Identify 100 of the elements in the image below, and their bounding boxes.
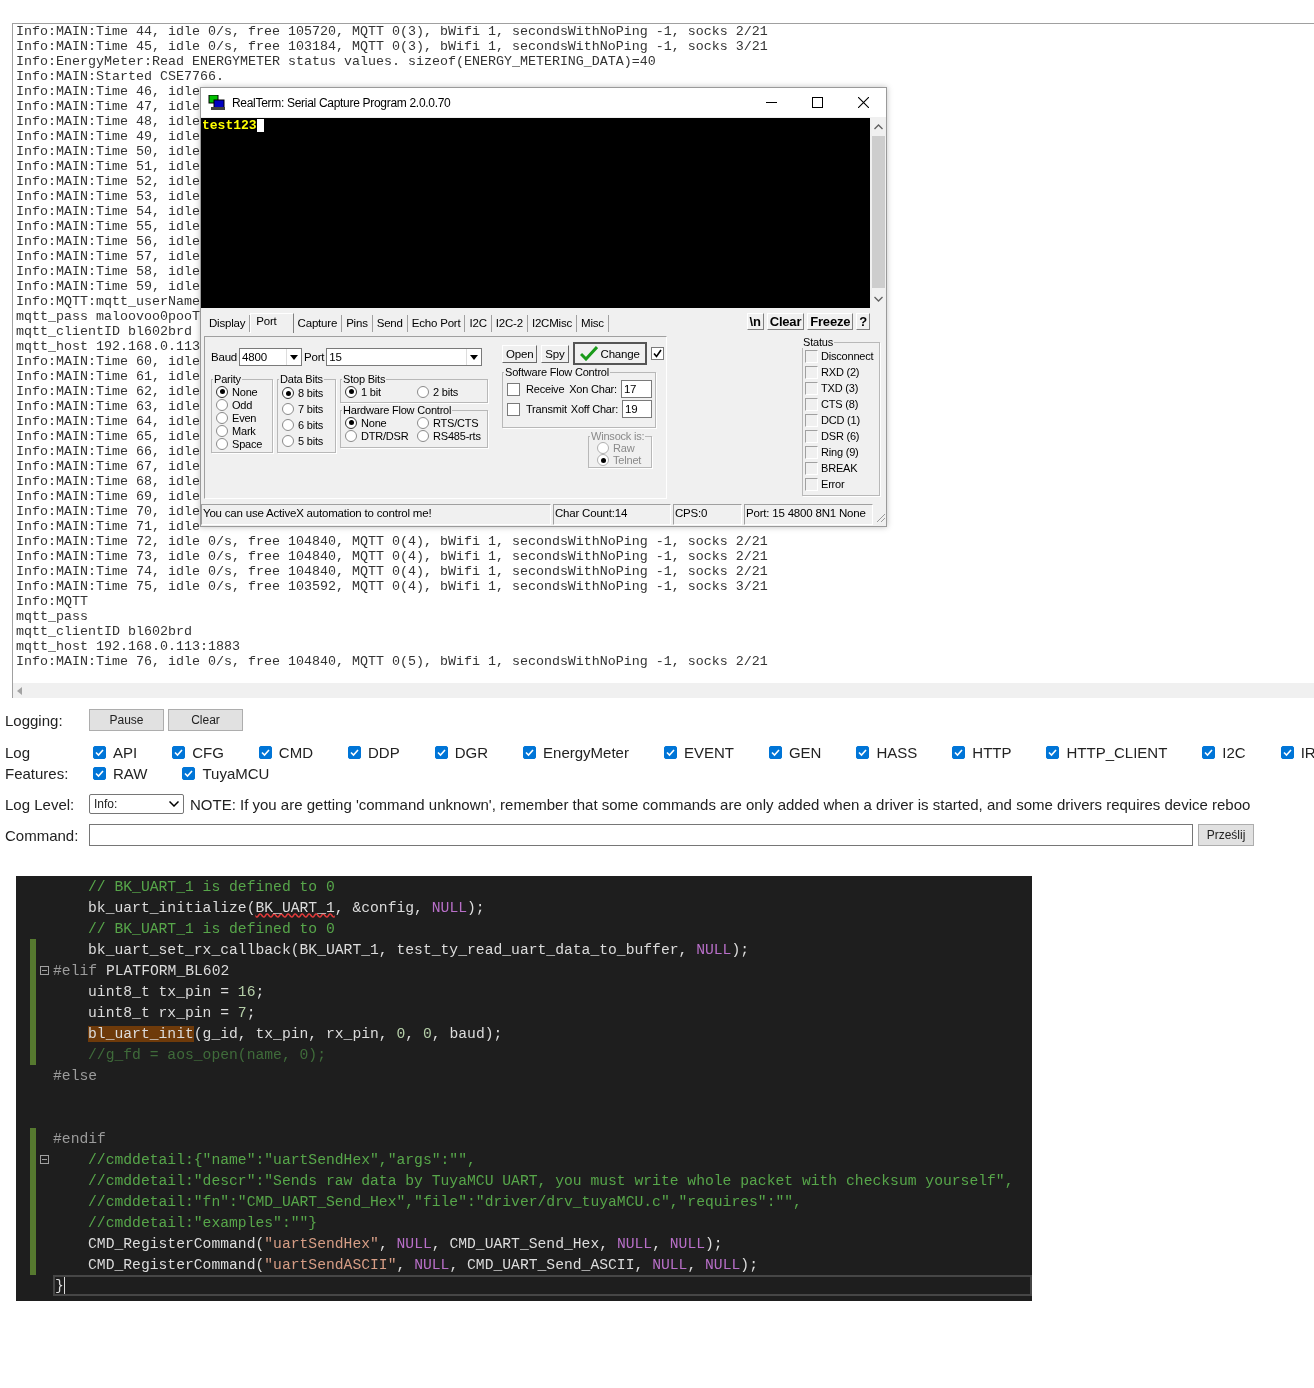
port-button[interactable]: Open [502, 344, 538, 363]
toolbar-button[interactable]: Clear [766, 312, 805, 330]
terminal-app-icon [208, 95, 226, 110]
send-button[interactable]: Prześlij [1198, 824, 1254, 846]
log-line: mqtt_host 192.168.0.113:1883 [16, 639, 240, 654]
port-button[interactable]: Spy [541, 344, 569, 363]
feature-checkbox[interactable]: EnergyMeter [523, 744, 629, 761]
log-line: Info:MAIN:Time 62, idle [16, 384, 200, 399]
radio-button[interactable]: Odd [216, 398, 269, 411]
text-cursor [256, 119, 264, 132]
log-line: Info:MAIN:Time 49, idle [16, 129, 200, 144]
log-line: Info:MAIN:Time 65, idle [16, 429, 200, 444]
radio-button[interactable]: RS485-rts [417, 429, 487, 442]
log-line: Info:MQTT [16, 594, 88, 609]
log-line: mqtt_host 192.168.0.113 [16, 339, 200, 354]
code-line: uint8_t tx_pin = 16; [88, 983, 265, 1000]
radio-button[interactable]: 7 bits [282, 401, 332, 417]
feature-checkbox[interactable]: RAW [93, 765, 148, 782]
log-line: Info:MAIN:Time 71, idle [16, 519, 200, 534]
status-text: Char Count:14 [553, 504, 671, 525]
group-title: Parity [213, 373, 242, 385]
toolbar-button[interactable]: ? [856, 312, 870, 330]
feature-checkbox[interactable]: DGR [434, 744, 489, 761]
radio-button[interactable]: DTR/DSR [345, 429, 417, 442]
tab[interactable]: Pins [342, 315, 373, 332]
code-line: bl_uart_init(g_id, tx_pin, rx_pin, 0, 0, baud); [88, 1025, 503, 1042]
radio-button[interactable]: Even [216, 411, 269, 424]
radio-button[interactable]: Space [216, 437, 269, 450]
radio-button[interactable]: 5 bits [282, 433, 332, 449]
feature-checkbox[interactable]: TuyaMCU [182, 765, 270, 782]
feature-checkbox[interactable]: GEN [768, 744, 822, 761]
log-line: Info:MAIN:Time 55, idle [16, 219, 200, 234]
vertical-scrollbar[interactable] [870, 118, 886, 308]
feature-checkbox[interactable]: I2C [1202, 744, 1246, 761]
radio-button[interactable]: None [216, 385, 269, 398]
checkbox[interactable]: Receive [507, 382, 566, 396]
baud-dropdown[interactable]: 4800 [239, 348, 303, 366]
code-line: //cmddetail:"fn":"CMD_UART_Send_Hex","file":"driver/drv_tuyaMCU.c","requires":"", [88, 1193, 802, 1210]
radio-button[interactable]: 1 bit [345, 385, 417, 398]
status-label: BREAK [821, 462, 858, 474]
char-field[interactable]: 19 [622, 400, 652, 418]
tab[interactable]: I2C [465, 315, 492, 332]
status-label: Ring (9) [821, 446, 859, 458]
checkmark-icon [579, 346, 598, 361]
status-text: You can use ActiveX automation to control me! [201, 504, 551, 525]
radio-button[interactable]: Mark [216, 424, 269, 437]
code-line: CMD_RegisterCommand("uartSendASCII", NULL, CMD_UART_Send_ASCII, NULL, NULL); [88, 1256, 758, 1273]
log-line: Info:EnergyMeter:Read ENERGYMETER status values. sizeof(ENERGY_METERING_DATA)=40 [16, 54, 656, 69]
toolbar-button[interactable]: \n [746, 312, 764, 330]
radio-button[interactable]: 6 bits [282, 417, 332, 433]
tab[interactable]: Echo Port [407, 315, 466, 332]
change-button[interactable]: Change [572, 342, 647, 365]
field-label: Log Level: [5, 795, 76, 813]
log-line: Info:MAIN:Time 56, idle [16, 234, 200, 249]
log-line: Info:MAIN:Time 75, idle 0/s, free 103592, MQTT 0(4), bWifi 1, secondsWithNoPing -1, socks 3/21 [16, 579, 768, 594]
feature-checkbox[interactable]: HASS [856, 744, 918, 761]
code-line: } [55, 1277, 64, 1294]
maximize-icon [811, 97, 823, 108]
status-label: Error [821, 478, 845, 490]
log-line: Info:MAIN:Time 48, idle [16, 114, 200, 129]
checkbox[interactable]: Transmit [507, 402, 567, 416]
toolbar-button[interactable]: Freeze [807, 312, 854, 330]
feature-checkbox[interactable]: DDP [348, 744, 400, 761]
char-field[interactable]: 17 [620, 380, 652, 398]
radio-button[interactable]: 2 bits [417, 385, 487, 398]
feature-checkbox[interactable]: HTTP_CLIENT [1046, 744, 1168, 761]
log-line: Info:MAIN:Time 47, idle [16, 99, 200, 114]
command-field[interactable] [89, 824, 1193, 846]
status-text: CPS:0 [673, 504, 742, 525]
radio-button[interactable]: 8 bits [282, 385, 332, 401]
field-label: Port [304, 351, 325, 363]
checkbox[interactable] [650, 347, 664, 360]
feature-checkbox[interactable]: CFG [172, 744, 224, 761]
log-button[interactable]: Pause [89, 709, 164, 731]
log-level-dropdown[interactable]: Info: [89, 794, 184, 814]
code-line: //cmddetail:"examples":""} [88, 1214, 318, 1231]
field-label: Xon Char: [569, 383, 617, 395]
window-title: RealTerm: Serial Capture Program 2.0.0.70 [232, 95, 451, 110]
log-line: Info:MAIN:Time 44, idle 0/s, free 105720, MQTT 0(3), bWifi 1, secondsWithNoPing -1, socks 2/21 [16, 24, 768, 39]
tab[interactable]: I2C-2 [491, 315, 528, 332]
port-dropdown[interactable]: 15 [326, 348, 483, 366]
radio-button[interactable]: None [345, 416, 417, 429]
feature-checkbox[interactable]: API [93, 744, 138, 761]
horizontal-scrollbar[interactable] [13, 683, 1314, 698]
feature-checkbox[interactable]: HTTP [952, 744, 1012, 761]
log-line: Info:MAIN:Time 66, idle [16, 444, 200, 459]
feature-checkbox[interactable]: CMD [258, 744, 314, 761]
group-title: Hardware Flow Control [342, 404, 453, 416]
tab[interactable]: Send [372, 315, 408, 332]
tab[interactable]: Capture [293, 315, 343, 332]
tab[interactable]: Misc [577, 315, 609, 332]
radio-button[interactable]: RTS/CTS [417, 416, 487, 429]
tab[interactable]: Port [250, 313, 294, 333]
scrollbar-thumb[interactable] [871, 136, 885, 288]
text-cursor [63, 1277, 65, 1294]
log-line: Info:MAIN:Time 69, idle [16, 489, 200, 504]
dropdown-arrow-icon [470, 354, 479, 360]
feature-checkbox[interactable]: EVENT [663, 744, 734, 761]
tab[interactable]: I2CMisc [527, 315, 578, 332]
log-button[interactable]: Clear [168, 709, 243, 731]
